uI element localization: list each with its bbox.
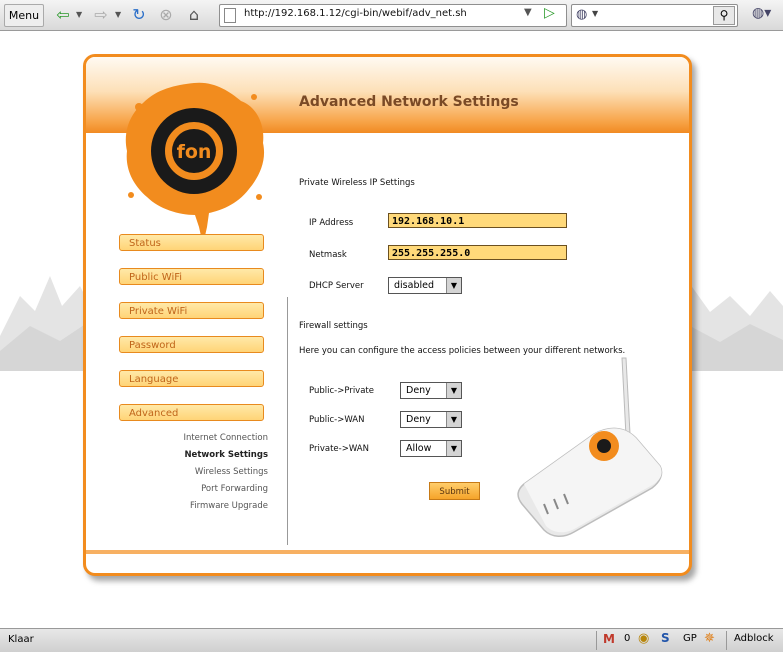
rule-select-private-wan[interactable]: Allow ▼ <box>400 440 462 457</box>
chevron-down-icon[interactable]: ▼ <box>446 278 461 293</box>
subnav-internet-connection[interactable]: Internet Connection <box>183 433 268 443</box>
dhcp-server-select[interactable]: disabled ▼ <box>388 277 462 294</box>
chevron-down-icon[interactable]: ▼ <box>446 441 461 456</box>
status-separator <box>726 631 727 650</box>
panel-footer-divider <box>86 550 689 554</box>
home-icon[interactable]: ⌂ <box>183 4 205 26</box>
chevron-down-icon[interactable]: ▼ <box>446 412 461 427</box>
skype-icon[interactable]: S <box>661 631 670 645</box>
go-icon[interactable]: ▷ <box>544 5 555 21</box>
rule-select-public-private[interactable]: Deny ▼ <box>400 382 462 399</box>
search-bar[interactable]: ◍ ▼ ⚲ <box>571 4 738 27</box>
nav-password[interactable]: Password <box>119 336 264 353</box>
cookie-icon[interactable]: ◉ <box>638 631 649 646</box>
netmask-label: Netmask <box>309 250 347 260</box>
dhcp-server-value: disabled <box>394 280 434 291</box>
back-history-icon[interactable]: ▼ <box>76 10 82 19</box>
page-content: Advanced Network Settings fon Status Pub… <box>0 31 783 627</box>
stop-icon[interactable]: ⊗ <box>155 4 177 26</box>
browser-toolbar: Menu ⇦ ▼ ⇨ ▼ ↻ ⊗ ⌂ http://192.168.1.12/c… <box>0 0 783 31</box>
nav-public-wifi[interactable]: Public WiFi <box>119 268 264 285</box>
menu-button[interactable]: Menu <box>4 4 44 27</box>
search-icon[interactable]: ⚲ <box>713 6 735 25</box>
movimiento-fon-logo: fon <box>125 82 265 245</box>
nav-status[interactable]: Status <box>119 234 264 251</box>
globe-icon[interactable]: ◍▾ <box>752 5 771 21</box>
private-ip-section-title: Private Wireless IP Settings <box>299 178 415 188</box>
nav-divider <box>287 297 288 545</box>
search-engine-icon[interactable]: ◍ <box>576 7 587 22</box>
url-text[interactable]: http://192.168.1.12/cgi-bin/webif/adv_ne… <box>244 8 467 19</box>
nav-private-wifi[interactable]: Private WiFi <box>119 302 264 319</box>
ip-address-input[interactable]: 192.168.10.1 <box>388 213 567 228</box>
search-engine-dropdown-icon[interactable]: ▼ <box>592 9 598 18</box>
nav-language[interactable]: Language <box>119 370 264 387</box>
subnav-wireless-settings[interactable]: Wireless Settings <box>195 467 268 477</box>
forward-history-icon[interactable]: ▼ <box>115 10 121 19</box>
reload-icon[interactable]: ↻ <box>128 4 150 26</box>
rule-label-public-wan: Public->WAN <box>309 415 365 425</box>
subnav-network-settings[interactable]: Network Settings <box>184 450 268 460</box>
gp-label[interactable]: GP <box>683 633 697 644</box>
rule-value-public-private: Deny <box>406 385 431 396</box>
adblock-button[interactable]: Adblock <box>734 633 774 644</box>
rule-value-private-wan: Allow <box>406 443 432 454</box>
submit-button[interactable]: Submit <box>429 482 480 500</box>
rule-label-private-wan: Private->WAN <box>309 444 369 454</box>
back-icon[interactable]: ⇦ <box>52 4 74 26</box>
firewall-section-title: Firewall settings <box>299 321 368 331</box>
status-separator <box>596 631 597 650</box>
url-dropdown-icon[interactable]: ▼ <box>524 7 532 18</box>
addon-icon[interactable]: ✵ <box>704 631 715 646</box>
page-icon <box>224 8 236 23</box>
rule-label-public-private: Public->Private <box>309 386 374 396</box>
subnav-port-forwarding[interactable]: Port Forwarding <box>201 484 268 494</box>
netmask-input[interactable]: 255.255.255.0 <box>388 245 567 260</box>
svg-text:fon: fon <box>177 141 212 163</box>
chevron-down-icon[interactable]: ▼ <box>446 383 461 398</box>
nav-advanced[interactable]: Advanced <box>119 404 264 421</box>
address-bar[interactable]: http://192.168.1.12/cgi-bin/webif/adv_ne… <box>219 4 567 27</box>
dhcp-server-label: DHCP Server <box>309 281 364 291</box>
page-title: Advanced Network Settings <box>299 94 519 110</box>
ip-address-label: IP Address <box>309 218 354 228</box>
rule-value-public-wan: Deny <box>406 414 431 425</box>
rule-select-public-wan[interactable]: Deny ▼ <box>400 411 462 428</box>
router-image <box>517 357 663 537</box>
mail-count[interactable]: 0 <box>624 633 630 644</box>
gmail-icon[interactable]: M <box>603 632 615 646</box>
forward-icon[interactable]: ⇨ <box>90 4 112 26</box>
browser-status-bar: Klaar M 0 ◉ S GP ✵ Adblock <box>0 628 783 652</box>
status-text: Klaar <box>8 634 34 645</box>
subnav-firmware-upgrade[interactable]: Firmware Upgrade <box>190 501 268 511</box>
